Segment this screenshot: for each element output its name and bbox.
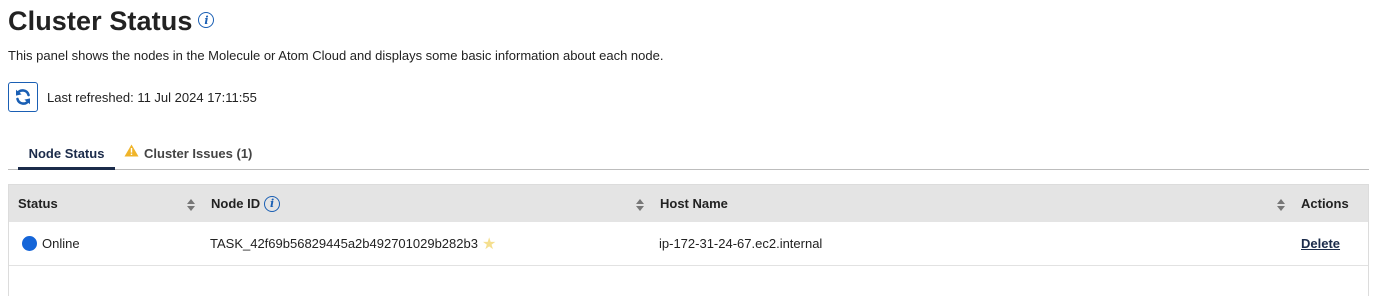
host-name-cell: ip-172-31-24-67.ec2.internal bbox=[659, 222, 822, 265]
column-header-status: Status bbox=[18, 185, 58, 222]
status-online-icon bbox=[22, 236, 37, 251]
page-title: Cluster Status bbox=[8, 6, 193, 36]
title-row: Cluster Status i bbox=[8, 6, 215, 37]
page-description: This panel shows the nodes in the Molecu… bbox=[8, 48, 664, 63]
refresh-icon bbox=[16, 89, 30, 105]
column-header-host-name-label: Host Name bbox=[660, 196, 728, 211]
column-header-actions-label: Actions bbox=[1301, 196, 1349, 211]
node-id-cell: TASK_42f69b56829445a2b492701029b282b3 ★ bbox=[210, 222, 496, 265]
host-name-text: ip-172-31-24-67.ec2.internal bbox=[659, 236, 823, 251]
star-icon: ★ bbox=[481, 234, 497, 253]
sort-node-id-icon[interactable] bbox=[636, 199, 644, 211]
column-header-node-id-label: Node ID bbox=[211, 196, 261, 211]
column-header-status-label: Status bbox=[18, 196, 58, 211]
tab-node-status[interactable]: Node Status bbox=[18, 138, 115, 170]
tab-cluster-issues-label: Cluster Issues (1) bbox=[144, 146, 253, 161]
sort-status-icon[interactable] bbox=[187, 199, 195, 211]
info-icon[interactable]: i bbox=[198, 12, 215, 28]
delete-link[interactable]: Delete bbox=[1301, 236, 1340, 251]
actions-cell: Delete bbox=[1301, 222, 1340, 265]
status-cell: Online bbox=[22, 222, 80, 265]
refresh-button[interactable] bbox=[8, 82, 38, 112]
column-header-host-name: Host Name bbox=[660, 185, 728, 222]
last-refreshed-text: Last refreshed: 11 Jul 2024 17:11:55 bbox=[47, 89, 257, 105]
sort-host-name-icon[interactable] bbox=[1277, 199, 1285, 211]
refresh-row: Last refreshed: 11 Jul 2024 17:11:55 bbox=[8, 82, 257, 112]
column-header-node-id: Node ID i bbox=[211, 185, 281, 222]
table-header: Status Node ID i Host Name Actions bbox=[9, 185, 1368, 222]
tab-cluster-issues[interactable]: Cluster Issues (1) bbox=[124, 138, 252, 169]
column-header-actions: Actions bbox=[1301, 185, 1349, 222]
tab-node-status-label: Node Status bbox=[28, 146, 105, 161]
node-id-text: TASK_42f69b56829445a2b492701029b282b3 bbox=[210, 236, 478, 251]
warning-icon bbox=[124, 144, 139, 157]
tab-bar: Node Status Cluster Issues (1) bbox=[8, 138, 1369, 170]
table-row: Online TASK_42f69b56829445a2b492701029b2… bbox=[9, 222, 1368, 266]
status-text: Online bbox=[42, 236, 80, 251]
node-table: Status Node ID i Host Name Actions Onlin… bbox=[8, 184, 1369, 296]
node-id-info-icon[interactable]: i bbox=[264, 195, 281, 212]
